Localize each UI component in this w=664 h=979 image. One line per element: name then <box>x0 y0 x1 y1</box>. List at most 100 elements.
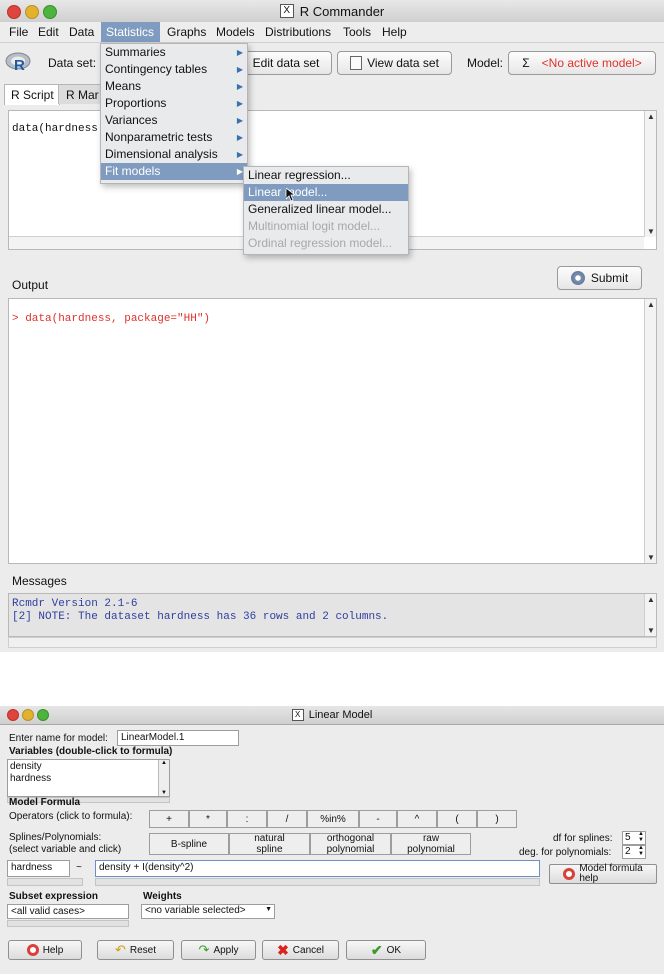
scroll-up-arrow[interactable]: ▲ <box>645 299 657 310</box>
scroll-down-arrow[interactable]: ▼ <box>645 226 657 237</box>
submenu-arrow-icon: ▶ <box>236 133 243 142</box>
ok-button[interactable]: ✔ OK <box>346 940 426 960</box>
natural-spline-button[interactable]: natural spline <box>229 833 310 855</box>
raw-polynomial-button[interactable]: raw polynomial <box>391 833 471 855</box>
variables-heading: Variables (double-click to formula) <box>9 746 173 757</box>
output-pane[interactable]: > data(hardness, package="HH") ▲ ▼ <box>8 298 657 564</box>
subset-input[interactable]: <all valid cases> <box>7 904 129 919</box>
menu-item-label: Linear regression... <box>248 168 351 182</box>
messages-pane[interactable]: Rcmdr Version 2.1-6 [2] NOTE: The datase… <box>8 593 657 637</box>
menu-item-means[interactable]: Means ▶ <box>101 78 247 95</box>
scroll-up-arrow[interactable]: ▲ <box>645 111 657 122</box>
menu-item-summaries[interactable]: Summaries ▶ <box>101 44 247 61</box>
lhs-hscrollbar[interactable] <box>7 878 83 886</box>
output-scrollbar[interactable]: ▲ ▼ <box>644 299 656 563</box>
menu-help[interactable]: Help <box>382 25 407 39</box>
menu-item-fit-models[interactable]: Fit models ▶ <box>101 163 247 180</box>
help-button[interactable]: Help <box>8 940 82 960</box>
script-scrollbar[interactable]: ▲ ▼ <box>644 111 656 237</box>
active-model-button[interactable]: Σ <No active model> <box>508 51 656 75</box>
variables-scrollbar[interactable]: ▲ ▼ <box>158 760 169 796</box>
menu-item-label: Summaries <box>105 45 166 59</box>
menu-models[interactable]: Models <box>216 25 255 39</box>
edit-dataset-button[interactable]: Edit data set <box>240 51 332 75</box>
window-title: R Commander <box>299 3 385 19</box>
reset-button[interactable]: ↶ Reset <box>97 940 174 960</box>
operator-power-button[interactable]: ^ <box>397 810 437 828</box>
b-spline-button[interactable]: B-spline <box>149 833 229 855</box>
ok-check-icon: ✔ <box>370 941 383 958</box>
operator-lparen-button[interactable]: ( <box>437 810 477 828</box>
operator-colon-button[interactable]: : <box>227 810 267 828</box>
menu-item-variances[interactable]: Variances ▶ <box>101 112 247 129</box>
menu-item-nonparametric-tests[interactable]: Nonparametric tests ▶ <box>101 129 247 146</box>
linear-model-dialog: X Linear Model Enter name for model: Lin… <box>0 706 664 974</box>
menu-file[interactable]: File <box>9 25 28 39</box>
menu-item-proportions[interactable]: Proportions ▶ <box>101 95 247 112</box>
messages-hscrollbar[interactable] <box>8 637 657 648</box>
menu-tools[interactable]: Tools <box>343 25 371 39</box>
fit-models-submenu: Linear regression... Linear model... Gen… <box>243 166 409 255</box>
model-formula-heading: Model Formula <box>9 797 81 808</box>
menu-item-linear-regression[interactable]: Linear regression... <box>244 167 408 184</box>
variables-listbox[interactable]: density hardness ▲ ▼ <box>7 759 170 797</box>
menu-item-linear-model[interactable]: Linear model... <box>244 184 408 201</box>
df-splines-spinbox[interactable]: 5 ▲ ▼ <box>622 831 646 845</box>
r-logo-icon: R <box>5 51 31 74</box>
tab-r-markdown-label: R Mar <box>66 88 99 102</box>
submit-label: Submit <box>590 271 629 285</box>
model-formula-help-button[interactable]: Model formula help <box>549 864 657 884</box>
operator-in-button[interactable]: %in% <box>307 810 359 828</box>
subset-hscrollbar[interactable] <box>7 920 129 927</box>
scroll-up-arrow[interactable]: ▲ <box>159 760 169 766</box>
scroll-down-arrow[interactable]: ▼ <box>645 625 657 636</box>
lhs-input[interactable]: hardness <box>7 860 70 877</box>
operator-plus-button[interactable]: + <box>149 810 189 828</box>
submit-gear-icon <box>570 271 585 285</box>
list-item[interactable]: hardness <box>10 773 51 784</box>
weights-select[interactable]: <no variable selected> ▼ <box>141 904 275 919</box>
menu-data[interactable]: Data <box>69 25 94 39</box>
script-text: data(hardness <box>12 123 98 135</box>
menu-item-label: Generalized linear model... <box>248 202 392 216</box>
menu-item-label: Variances <box>105 113 158 127</box>
scroll-up-arrow[interactable]: ▲ <box>645 594 657 605</box>
menu-statistics[interactable]: Statistics <box>101 22 160 42</box>
rhs-formula-input[interactable]: density + I(density^2) <box>95 860 540 877</box>
model-name-input[interactable]: LinearModel.1 <box>117 730 239 746</box>
scroll-down-arrow[interactable]: ▼ <box>645 552 657 563</box>
menu-item-dimensional-analysis[interactable]: Dimensional analysis ▶ <box>101 146 247 163</box>
menu-item-contingency-tables[interactable]: Contingency tables ▶ <box>101 61 247 78</box>
menu-graphs[interactable]: Graphs <box>167 25 206 39</box>
messages-scrollbar[interactable]: ▲ ▼ <box>644 594 656 636</box>
operator-times-button[interactable]: * <box>189 810 227 828</box>
submenu-arrow-icon: ▶ <box>236 99 243 108</box>
deg-poly-label: deg. for polynomials: <box>519 847 612 858</box>
menu-item-label: Multinomial logit model... <box>248 219 381 233</box>
menu-statistics-label: Statistics <box>106 25 155 39</box>
scroll-down-arrow[interactable]: ▼ <box>159 790 169 796</box>
menu-item-label: Contingency tables <box>105 62 208 76</box>
menu-item-ordinal-regression-model: Ordinal regression model... <box>244 235 408 252</box>
menu-distributions[interactable]: Distributions <box>265 25 331 39</box>
menu-item-generalized-linear-model[interactable]: Generalized linear model... <box>244 201 408 218</box>
list-item[interactable]: density <box>10 761 42 772</box>
view-dataset-icon <box>350 56 363 70</box>
tab-r-script[interactable]: R Script <box>4 84 60 105</box>
tab-r-markdown[interactable]: R Mar <box>58 84 104 104</box>
operator-minus-button[interactable]: - <box>359 810 397 828</box>
operator-rparen-button[interactable]: ) <box>477 810 517 828</box>
lifebuoy-icon <box>563 868 576 880</box>
message-line: [2] NOTE: The dataset hardness has 36 ro… <box>12 611 389 623</box>
menu-edit[interactable]: Edit <box>38 25 59 39</box>
cancel-button[interactable]: ✖ Cancel <box>262 940 339 960</box>
operator-slash-button[interactable]: / <box>267 810 307 828</box>
edit-dataset-label: Edit data set <box>252 56 320 70</box>
view-dataset-button[interactable]: View data set <box>337 51 452 75</box>
submit-button[interactable]: Submit <box>557 266 642 290</box>
deg-poly-spinbox[interactable]: 2 ▲ ▼ <box>622 845 646 859</box>
rcmdr-titlebar: X R Commander <box>0 0 664 23</box>
orthogonal-polynomial-button[interactable]: orthogonal polynomial <box>310 833 391 855</box>
rhs-hscrollbar[interactable] <box>95 878 540 886</box>
apply-button[interactable]: ↷ Apply <box>181 940 256 960</box>
